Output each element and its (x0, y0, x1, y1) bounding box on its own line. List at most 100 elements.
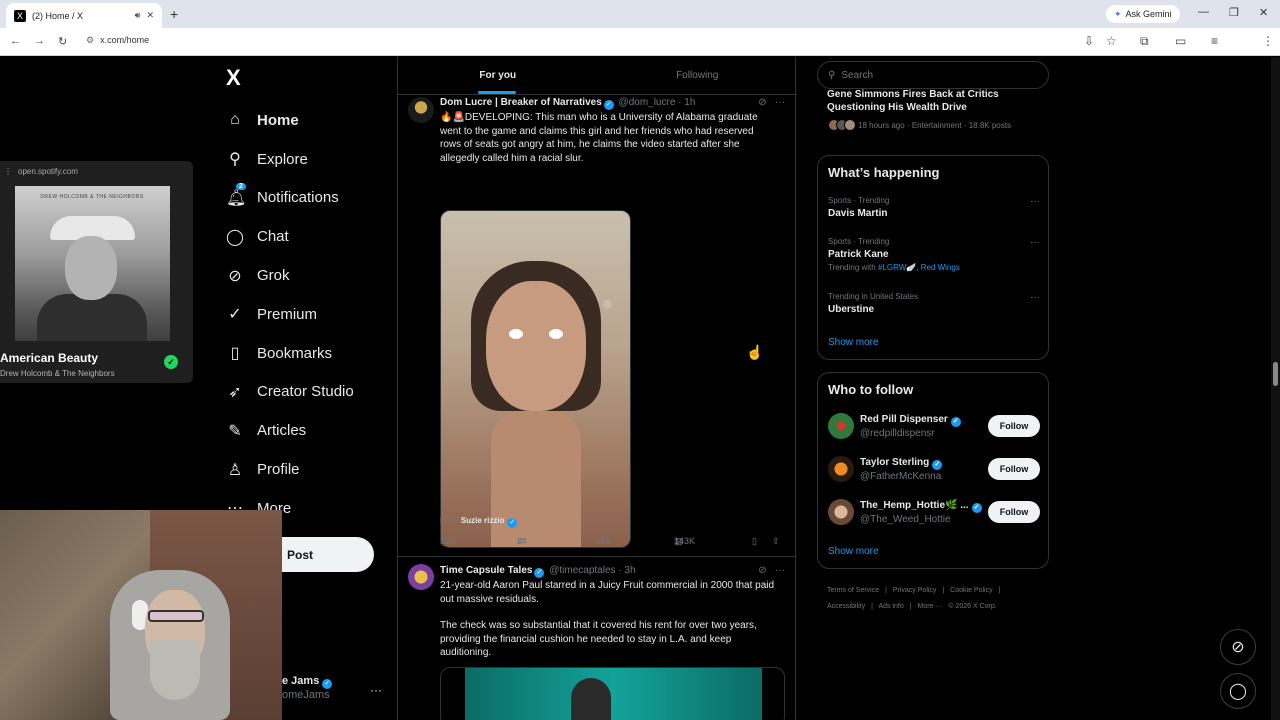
follow-button[interactable]: Follow (988, 458, 1040, 480)
tweet-time[interactable]: · 3h (618, 565, 635, 576)
site-settings-icon[interactable]: ⚙ (86, 35, 94, 45)
bookmark-star-icon[interactable]: ☆ (1106, 34, 1117, 48)
minimize-icon[interactable]: — (1198, 6, 1209, 18)
from-prefix: From (440, 516, 459, 525)
verified-icon: ✓ (603, 100, 614, 110)
tweet-header: Time Capsule Tales ✓ @timecaptales · 3h (440, 565, 636, 578)
trend-more-icon[interactable]: ··· (1030, 196, 1040, 207)
trend-tag[interactable]: #LGRW🪽, (878, 263, 919, 272)
tweet-time[interactable]: · 1h (678, 97, 695, 108)
tweet-handle[interactable]: @timecaptales (549, 565, 615, 576)
bell-icon: 🔔︎ 2 (226, 182, 247, 207)
tweet-author-name[interactable]: Dom Lucre | Breaker of Narratives (440, 97, 602, 108)
browser-tab[interactable]: X (2) Home / X 🔊︎ ✕ (6, 3, 162, 28)
follow-name: The_Hemp_Hottie🌿 ... ✓ (860, 500, 982, 513)
tab-following[interactable]: Following (598, 57, 798, 94)
nav-notifications[interactable]: 🔔︎ 2 Notifications (226, 179, 396, 218)
follow-button[interactable]: Follow (988, 501, 1040, 523)
nav-articles[interactable]: ✎ Articles (226, 411, 396, 450)
tab-for-you[interactable]: For you (398, 57, 598, 94)
footer-link[interactable]: Accessibility (827, 603, 865, 610)
like-count: 226 (596, 536, 612, 546)
messages-fab-icon[interactable]: ◯ (1220, 673, 1256, 709)
page-scrollbar[interactable] (1271, 57, 1280, 720)
nav-premium[interactable]: ✓ Premium (226, 295, 396, 334)
trend-more-icon[interactable]: ··· (1030, 292, 1040, 303)
tweet-author-name[interactable]: Time Capsule Tales (440, 565, 532, 576)
url-field[interactable]: ⚙ x.com/home (86, 35, 149, 46)
timeline: For you Following Dom Lucre | Breaker of… (397, 57, 798, 720)
speaker-icon[interactable]: 🔊︎ (135, 10, 141, 21)
trend-item[interactable]: Sports · Trending Davis Martin ··· (828, 196, 1040, 219)
footer-links: Terms of Service | Privacy Policy | Cook… (827, 583, 1047, 615)
account-more-icon[interactable]: ··· (370, 683, 382, 697)
account-name: e Jams (282, 675, 320, 687)
show-more-link[interactable]: Show more (828, 546, 879, 557)
nav-creator-studio[interactable]: ➶ Creator Studio (226, 373, 396, 412)
from-name[interactable]: Suzie rizzio (461, 516, 505, 525)
tweet-image[interactable] (440, 667, 785, 720)
restore-icon[interactable]: ❐ (1229, 6, 1239, 19)
person-icon: ♙ (227, 461, 243, 479)
tweet-handle[interactable]: @dom_lucre (619, 97, 676, 108)
grok-icon[interactable]: ⊘ (758, 97, 766, 108)
account-switcher[interactable]: e Jams ✓ omeJams (282, 675, 333, 701)
nav-home[interactable]: ⌂ Home (226, 101, 396, 140)
ask-gemini-button[interactable]: ✦ Ask Gemini (1106, 5, 1180, 23)
avatar[interactable] (828, 413, 854, 439)
footer-link[interactable]: Ads info (878, 603, 903, 610)
more-icon[interactable]: ··· (775, 97, 785, 108)
chat-icon: ◯ (226, 228, 244, 246)
nav-chat[interactable]: ◯ Chat (226, 217, 396, 256)
grok-fab-icon[interactable]: ⊘ (1220, 629, 1256, 665)
follow-suggestion[interactable]: The_Hemp_Hottie🌿 ... ✓ @The_Weed_Hottie F… (828, 499, 1040, 529)
follow-button[interactable]: Follow (988, 415, 1040, 437)
saved-check-icon[interactable]: ✓ (164, 355, 178, 369)
tweet[interactable]: Dom Lucre | Breaker of Narratives ✓ @dom_… (398, 95, 797, 557)
trend-category: Sports · Trending (828, 196, 890, 205)
trend-name: Uberstine (828, 304, 875, 315)
avatar[interactable] (828, 456, 854, 482)
sidepanel-icon[interactable]: ▭ (1175, 34, 1186, 48)
top-trend-title[interactable]: Gene Simmons Fires Back at Critics Quest… (827, 88, 1047, 114)
verified-icon: ✓ (932, 460, 943, 470)
show-more-link[interactable]: Show more (828, 337, 879, 348)
more-icon[interactable]: ··· (775, 565, 785, 576)
back-icon[interactable]: ← (10, 35, 21, 47)
forward-icon[interactable]: → (34, 35, 45, 47)
grok-icon[interactable]: ⊘ (758, 565, 766, 576)
tweet-avatar[interactable] (408, 97, 434, 123)
spotify-mini-player[interactable]: ⋮ open.spotify.com DREW HOLCOMB & THE NEI… (0, 161, 193, 383)
reading-list-icon[interactable]: ≡ (1211, 34, 1218, 48)
extensions-icon[interactable]: ⧉ (1140, 34, 1149, 49)
share-icon[interactable]: ⇪ (772, 536, 780, 547)
nav-explore[interactable]: ⚲ Explore (226, 140, 396, 179)
close-window-icon[interactable]: ✕ (1259, 6, 1268, 19)
trend-tag[interactable]: Red Wings (921, 263, 960, 272)
trend-item[interactable]: Sports · Trending Patrick Kane Trending … (828, 237, 1040, 272)
follow-suggestion[interactable]: Taylor Sterling ✓ @FatherMcKenna Follow (828, 456, 1040, 486)
tweet-avatar[interactable] (408, 564, 434, 590)
chrome-menu-icon[interactable]: ⋮ (1262, 34, 1274, 48)
nav-profile[interactable]: ♙ Profile (226, 450, 396, 489)
bookmark-icon[interactable]: ▯ (752, 536, 757, 547)
footer-link[interactable]: More ··· (918, 603, 943, 610)
tweet-video[interactable]: ◎ (440, 210, 631, 548)
trend-item[interactable]: Trending in United States Uberstine ··· (828, 292, 1040, 315)
close-tab-icon[interactable]: ✕ (146, 10, 154, 21)
follow-name: Taylor Sterling ✓ (860, 457, 943, 470)
scrollbar-thumb[interactable] (1273, 362, 1278, 386)
footer-link[interactable]: Cookie Policy (950, 587, 992, 594)
install-icon[interactable]: ⇩ (1084, 34, 1094, 48)
x-logo[interactable]: X (226, 65, 241, 91)
follow-suggestion[interactable]: Red Pill Dispenser ✓ @redpilldispensr Fol… (828, 413, 1040, 443)
reload-icon[interactable]: ↻ (58, 35, 67, 48)
avatar[interactable] (828, 499, 854, 525)
new-tab-button[interactable]: + (170, 6, 178, 22)
nav-bookmarks[interactable]: ▯ Bookmarks (226, 334, 396, 373)
nav-grok[interactable]: ⊘ Grok (226, 256, 396, 295)
trend-more-icon[interactable]: ··· (1030, 237, 1040, 248)
search-input[interactable]: ⚲ Search (817, 61, 1049, 89)
footer-link[interactable]: Terms of Service (827, 587, 879, 594)
footer-link[interactable]: Privacy Policy (893, 587, 937, 594)
